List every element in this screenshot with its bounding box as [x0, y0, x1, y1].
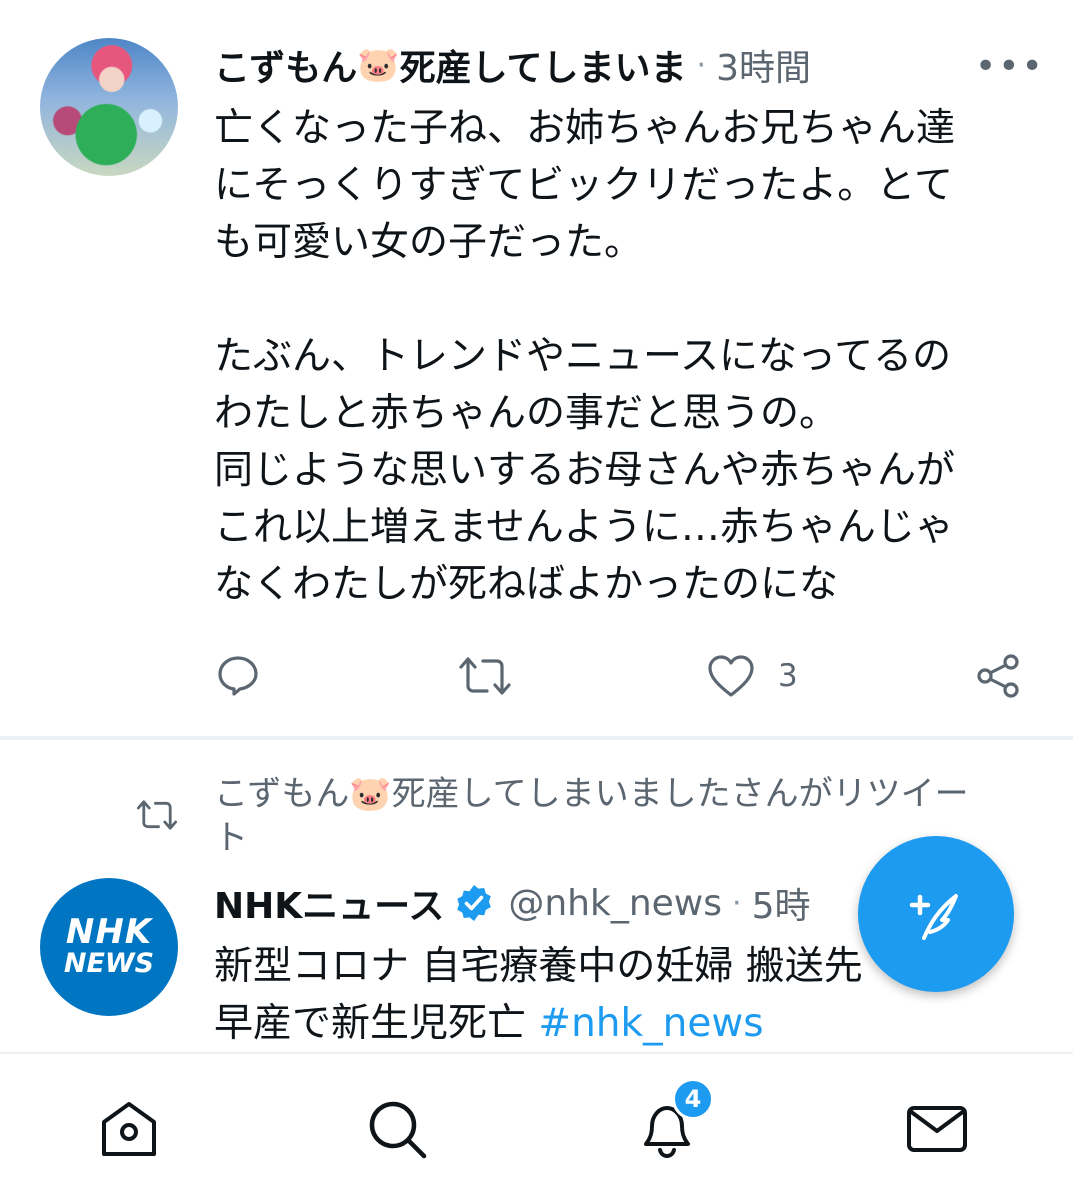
- notification-badge: 4: [672, 1078, 714, 1120]
- tweet-timestamp[interactable]: 3時間: [716, 39, 811, 91]
- search-icon: [369, 1101, 427, 1159]
- verified-badge-icon: [454, 883, 494, 923]
- hashtag-link[interactable]: #nhk_news: [538, 1001, 763, 1046]
- like-button[interactable]: 3: [706, 644, 798, 708]
- nhk-logo-line2: NEWS: [63, 948, 155, 979]
- retweet-context-line1: こずもん🐷死産してしまいましたさんがリツイー: [214, 774, 969, 814]
- retweet-icon: [459, 657, 511, 695]
- share-icon: [977, 654, 1019, 698]
- separator-dot: ·: [696, 47, 707, 83]
- tweet-text-line2: 早産で新生児死亡 #nhk_news: [214, 995, 1034, 1052]
- user-handle[interactable]: @nhk_news: [508, 883, 722, 924]
- reply-button[interactable]: [214, 644, 262, 708]
- tweet-text-line2-main: 早産で新生児死亡: [214, 1001, 539, 1046]
- tweet-timestamp[interactable]: 5時: [752, 878, 811, 928]
- pig-emoji: 🐷: [357, 45, 400, 85]
- nav-search[interactable]: [362, 1094, 432, 1164]
- display-name[interactable]: NHKニュース: [214, 878, 444, 928]
- tweet-header: こずもん 🐷 死産してしまいま · 3時間: [214, 40, 974, 90]
- nhk-avatar[interactable]: NHK NEWS: [40, 878, 178, 1016]
- nav-messages[interactable]: [902, 1094, 972, 1164]
- display-name[interactable]: こずもん: [214, 39, 357, 91]
- tweet-actions: 3: [214, 644, 1034, 708]
- retweet-icon: [136, 800, 178, 830]
- reply-icon: [218, 656, 258, 696]
- tweet-card[interactable]: こずもん 🐷 死産してしまいま · 3時間 ••• 亡くなった子ね、お姉ちゃんお…: [0, 0, 1073, 736]
- bottom-navigation: [0, 1054, 1073, 1196]
- home-icon: [102, 1102, 156, 1156]
- compose-feather-icon: [909, 894, 958, 940]
- nhk-logo-line1: NHK: [65, 912, 153, 952]
- user-avatar[interactable]: [40, 38, 178, 176]
- more-options-icon[interactable]: •••: [975, 46, 1043, 87]
- tweet-text: 亡くなった子ね、お姉ちゃんお兄ちゃん達 にそっくりすぎてビックリだったよ。とて …: [214, 106, 956, 607]
- tweet-divider: [0, 736, 1073, 740]
- display-name-suffix[interactable]: 死産してしまいま: [400, 39, 687, 91]
- compose-tweet-button[interactable]: [858, 836, 1014, 992]
- separator-dot: ·: [732, 885, 742, 921]
- retweet-button[interactable]: [458, 644, 512, 708]
- like-count: 3: [778, 658, 798, 694]
- mail-icon: [907, 1106, 967, 1152]
- nav-home[interactable]: [94, 1094, 164, 1164]
- heart-icon: [708, 655, 754, 697]
- share-button[interactable]: [974, 644, 1024, 708]
